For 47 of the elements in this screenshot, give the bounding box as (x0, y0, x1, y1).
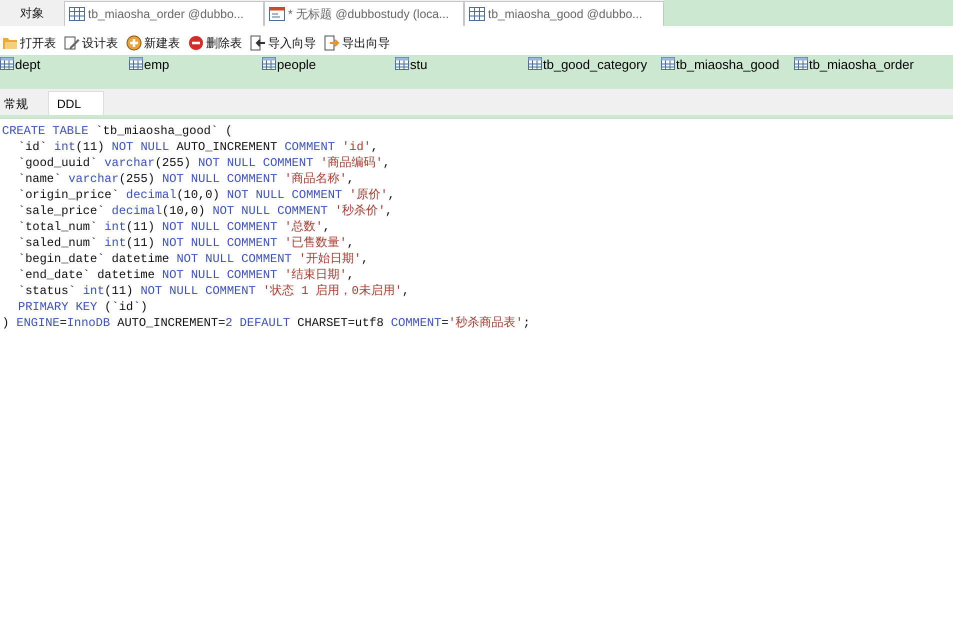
code-line: `sale_price` decimal(10,0) NOT NULL COMMENT '秒杀价', (17, 203, 392, 219)
pencil-icon (64, 36, 80, 50)
export-icon (324, 35, 340, 51)
table-icon (0, 57, 14, 70)
table-icon (262, 57, 276, 70)
document-tab[interactable]: * 无标题 @dubbostudy (loca... (264, 1, 464, 26)
toolbar-button[interactable]: 打开表 (2, 33, 56, 53)
view-tab[interactable]: DDL (48, 91, 104, 115)
toolbar-button[interactable]: 删除表 (188, 33, 242, 53)
toolbar-button[interactable]: 导入向导 (250, 33, 316, 53)
document-tab[interactable]: tb_miaosha_good @dubbo... (464, 1, 664, 26)
add-icon (126, 35, 142, 51)
table-icon (395, 57, 409, 70)
code-line: `good_uuid` varchar(255) NOT NULL COMMENT '商品编码', (17, 155, 390, 171)
toolbar-button[interactable]: 设计表 (64, 33, 118, 53)
code-line: PRIMARY KEY (`id`) (17, 299, 148, 315)
table-item[interactable]: emp (129, 57, 262, 89)
table-icon (794, 57, 808, 70)
table-item[interactable]: dept (0, 57, 129, 89)
table-item[interactable]: stu (395, 57, 528, 89)
code-line: `begin_date` datetime NOT NULL COMMENT '开始日期', (17, 251, 368, 267)
import-icon (250, 35, 266, 51)
code-line: `id` int(11) NOT NULL AUTO_INCREMENT COMMENT 'id', (17, 139, 378, 155)
view-tab[interactable]: 常规 (0, 91, 48, 115)
document-tab[interactable]: tb_miaosha_order @dubbo... (64, 1, 264, 26)
table-item[interactable]: people (262, 57, 395, 89)
code-line: CREATE TABLE `tb_miaosha_good` ( (2, 123, 232, 139)
toolbar-button[interactable]: 新建表 (126, 33, 180, 53)
folder-icon (2, 36, 18, 50)
toolbar-button[interactable]: 导出向导 (324, 33, 390, 53)
table-icon (661, 57, 675, 70)
table-icon (528, 57, 542, 70)
code-line: `end_date` datetime NOT NULL COMMENT '结束日期', (17, 267, 354, 283)
table-item[interactable]: tb_miaosha_good (661, 57, 794, 89)
table-item[interactable]: tb_good_category (528, 57, 661, 89)
table-icon (69, 7, 85, 21)
table-icon (129, 57, 143, 70)
delete-icon (188, 35, 204, 51)
code-line: ) ENGINE=InnoDB AUTO_INCREMENT=2 DEFAULT CHARSET=utf8 COMMENT='秒杀商品表'; (2, 315, 530, 331)
table-icon (469, 7, 485, 21)
code-line: `origin_price` decimal(10,0) NOT NULL COMMENT '原价', (17, 187, 395, 203)
code-line: `total_num` int(11) NOT NULL COMMENT '总数', (17, 219, 330, 235)
query-icon (269, 7, 285, 21)
code-line: `status` int(11) NOT NULL COMMENT '状态 1 启用，0未启用', (17, 283, 410, 299)
code-line: `saled_num` int(11) NOT NULL COMMENT '已售数量', (17, 235, 354, 251)
code-line: `name` varchar(255) NOT NULL COMMENT '商品名称', (17, 171, 354, 187)
table-item[interactable]: tb_miaosha_order (794, 57, 944, 89)
